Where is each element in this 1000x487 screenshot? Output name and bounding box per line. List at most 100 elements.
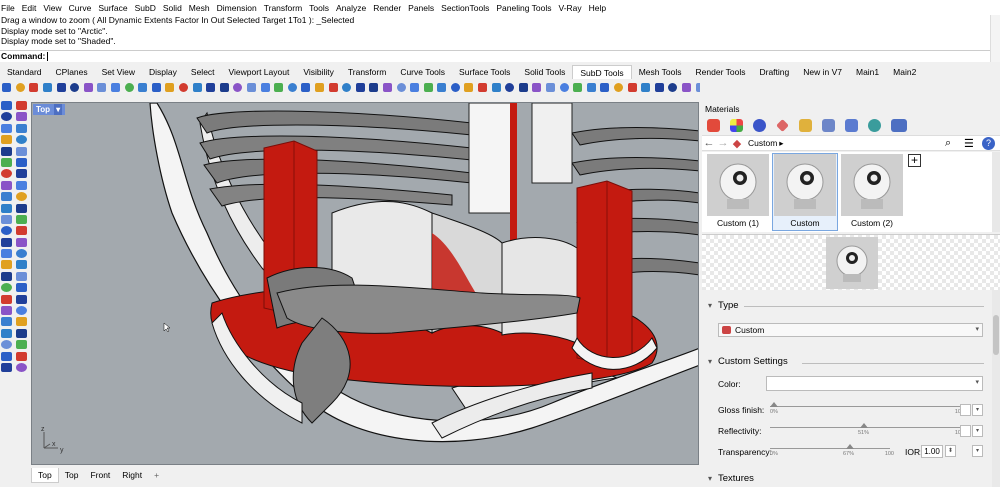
tool-icon[interactable] [16, 101, 27, 110]
menu-item[interactable]: Surface [98, 3, 127, 13]
tool-icon[interactable] [668, 82, 678, 92]
tool-icon[interactable] [1, 192, 12, 202]
tool-icon[interactable] [16, 203, 27, 213]
toolbar-tab[interactable]: Viewport Layout [222, 65, 297, 79]
tool-icon[interactable] [396, 82, 406, 92]
material-item[interactable]: Custom (2) [840, 154, 904, 230]
menu-item[interactable]: Curve [69, 3, 92, 13]
tool-icon[interactable] [15, 82, 25, 92]
monitor-tab-icon[interactable] [845, 118, 858, 132]
breadcrumb[interactable]: Custom [748, 138, 777, 148]
menu-item[interactable]: File [1, 3, 15, 13]
menu-item[interactable]: Paneling Tools [496, 3, 551, 13]
tool-icon[interactable] [219, 82, 229, 92]
type-select[interactable]: Custom ▾ [718, 323, 983, 337]
ior-dropdown[interactable]: ▾ [972, 445, 983, 457]
reflectivity-value[interactable] [960, 425, 971, 437]
toolbar-tab[interactable]: SubD Tools [572, 65, 632, 79]
reflectivity-dropdown[interactable]: ▾ [972, 425, 983, 437]
tool-icon[interactable] [1, 112, 12, 122]
viewport-top[interactable]: Top ▾ z x y [31, 102, 699, 465]
tool-icon[interactable] [654, 82, 664, 92]
tool-icon[interactable] [233, 82, 243, 92]
tool-icon[interactable] [505, 82, 515, 92]
tool-icon[interactable] [16, 249, 27, 259]
menu-item[interactable]: SectionTools [441, 3, 489, 13]
tool-icon[interactable] [16, 169, 27, 179]
toolbar-tab[interactable]: Transform [341, 65, 393, 79]
ior-spinner[interactable]: ⬍ [945, 445, 956, 457]
tool-icon[interactable] [1, 283, 12, 293]
tool-icon[interactable] [532, 82, 542, 92]
tool-icon[interactable] [16, 362, 27, 372]
add-material-button[interactable]: + [908, 154, 921, 167]
tool-icon[interactable] [1, 146, 12, 156]
tool-icon[interactable] [16, 306, 27, 316]
tool-icon[interactable] [450, 82, 460, 92]
tool-icon[interactable] [614, 82, 624, 92]
toolbar-tab[interactable]: Visibility [296, 65, 341, 79]
tool-icon[interactable] [16, 192, 27, 202]
toolbar-tab[interactable]: Drafting [752, 65, 796, 79]
tool-icon[interactable] [1, 362, 12, 372]
menu-item[interactable]: View [43, 3, 61, 13]
tool-icon[interactable] [1, 340, 12, 350]
panel-scrollbar[interactable] [992, 290, 1000, 487]
tool-icon[interactable] [328, 82, 338, 92]
toolbar-tab[interactable]: Surface Tools [452, 65, 517, 79]
menu-item[interactable]: SubD [135, 3, 156, 13]
transparency-slider[interactable]: 0% 67% 100 [770, 444, 894, 457]
forward-arrow-icon[interactable]: → [716, 137, 730, 149]
toolbar-tab[interactable]: Curve Tools [393, 65, 452, 79]
material-item[interactable]: Custom (1) [706, 154, 770, 230]
display-tab-icon[interactable] [822, 118, 835, 132]
menu-item[interactable]: Render [373, 3, 401, 13]
menu-item[interactable]: Dimension [217, 3, 257, 13]
tool-icon[interactable] [70, 82, 80, 92]
gloss-value[interactable] [960, 404, 971, 416]
tool-icon[interactable] [464, 82, 474, 92]
tool-icon[interactable] [627, 82, 637, 92]
tool-icon[interactable] [16, 180, 27, 190]
tool-icon[interactable] [29, 82, 39, 92]
toolbar-tab[interactable]: Set View [95, 65, 142, 79]
menu-item[interactable]: V-Ray [559, 3, 582, 13]
tool-icon[interactable] [246, 82, 256, 92]
tool-icon[interactable] [1, 214, 12, 224]
tool-icon[interactable] [518, 82, 528, 92]
menu-item[interactable]: Edit [22, 3, 37, 13]
tool-icon[interactable] [16, 112, 27, 122]
menu-item[interactable]: Analyze [336, 3, 366, 13]
tool-icon[interactable] [641, 82, 651, 92]
tool-icon[interactable] [600, 82, 610, 92]
help-icon[interactable]: ? [982, 137, 995, 150]
brush-tab-icon[interactable] [776, 118, 789, 132]
slider-thumb[interactable] [860, 423, 868, 428]
slider-thumb[interactable] [846, 444, 854, 449]
tool-icon[interactable] [1, 101, 12, 110]
command-scrollbar[interactable] [990, 15, 1000, 62]
menu-item[interactable]: Solid [163, 3, 182, 13]
tool-icon[interactable] [423, 82, 433, 92]
tool-icon[interactable] [43, 82, 53, 92]
tool-icon[interactable] [260, 82, 270, 92]
menu-item[interactable]: Transform [264, 3, 302, 13]
tool-icon[interactable] [16, 123, 27, 133]
tool-icon[interactable] [151, 82, 161, 92]
tool-icon[interactable] [165, 82, 175, 92]
type-section-header[interactable]: ▾ Type [708, 300, 739, 311]
tool-icon[interactable] [1, 157, 12, 167]
tool-icon[interactable] [1, 294, 12, 304]
materials-tab-icon[interactable] [707, 118, 720, 132]
material-item[interactable]: Custom [772, 153, 838, 231]
material-list-scrollbar[interactable] [992, 152, 1000, 232]
tool-icon[interactable] [491, 82, 501, 92]
tool-icon[interactable] [206, 82, 216, 92]
tool-icon[interactable] [16, 214, 27, 224]
tool-icon[interactable] [287, 82, 297, 92]
viewport-tab[interactable]: Right [116, 468, 148, 482]
tool-icon[interactable] [1, 169, 12, 179]
tool-icon[interactable] [83, 82, 93, 92]
tool-icon[interactable] [16, 283, 27, 293]
tool-icon[interactable] [369, 82, 379, 92]
